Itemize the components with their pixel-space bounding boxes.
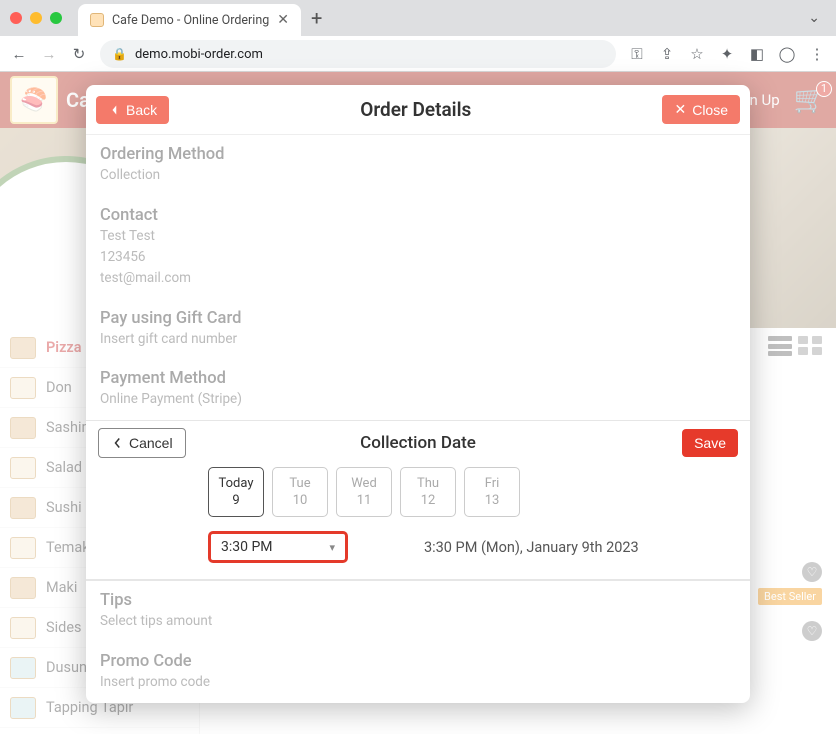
section-label: Contact — [100, 206, 736, 225]
section-placeholder: Select tips amount — [100, 612, 736, 631]
profile-icon[interactable]: ◯ — [778, 45, 796, 63]
lock-icon: 🔒 — [112, 47, 127, 61]
day-option-tue[interactable]: Tue10 — [272, 467, 328, 517]
extensions-icon[interactable]: ✦ — [718, 45, 736, 63]
window-close-icon[interactable] — [10, 12, 22, 24]
collection-date-title: Collection Date — [360, 433, 476, 453]
new-tab-button[interactable]: + — [311, 6, 322, 30]
save-button[interactable]: Save — [682, 429, 738, 457]
chevron-left-icon — [111, 437, 123, 449]
modal-title: Order Details — [169, 98, 662, 121]
section-collection-date: Cancel Collection Date Save Today9 Tue10… — [86, 420, 750, 580]
back-button-label: Back — [126, 102, 157, 118]
section-promo-code[interactable]: Promo Code Insert promo code — [86, 642, 750, 703]
url-text: demo.mobi-order.com — [135, 47, 263, 62]
section-contact[interactable]: Contact Test Test 123456 test@mail.com — [86, 196, 750, 299]
tabs-dropdown-icon[interactable]: ⌄ — [802, 6, 826, 30]
section-tips[interactable]: Tips Select tips amount — [86, 580, 750, 642]
order-details-modal: Back Order Details ✕ Close Ordering Meth… — [86, 85, 750, 703]
section-value: Online Payment (Stripe) — [100, 390, 736, 409]
day-option-wed[interactable]: Wed11 — [336, 467, 392, 517]
close-button[interactable]: ✕ Close — [662, 95, 740, 124]
browser-chrome: Cafe Demo - Online Ordering ✕ + ⌄ ← → ↻ … — [0, 0, 836, 72]
tab-title: Cafe Demo - Online Ordering — [112, 13, 269, 28]
back-button[interactable]: Back — [96, 96, 169, 124]
key-icon[interactable]: ⚿ — [628, 45, 646, 63]
section-ordering-method[interactable]: Ordering Method Collection — [86, 135, 750, 196]
window-maximize-icon[interactable] — [50, 12, 62, 24]
day-option-thu[interactable]: Thu12 — [400, 467, 456, 517]
section-placeholder: Insert promo code — [100, 673, 736, 692]
cancel-button[interactable]: Cancel — [98, 428, 186, 458]
nav-forward-icon[interactable]: → — [40, 45, 58, 63]
address-bar[interactable]: 🔒 demo.mobi-order.com — [100, 40, 616, 68]
nav-back-icon[interactable]: ← — [10, 45, 28, 63]
day-option-today[interactable]: Today9 — [208, 467, 264, 517]
time-select-value: 3:30 PM — [221, 539, 273, 555]
window-minimize-icon[interactable] — [30, 12, 42, 24]
contact-phone: 123456 — [100, 248, 736, 267]
chevron-down-icon: ▾ — [329, 541, 335, 554]
close-button-label: Close — [692, 102, 728, 118]
contact-email: test@mail.com — [100, 269, 736, 288]
section-label: Tips — [100, 591, 736, 610]
section-value: Collection — [100, 166, 736, 185]
close-tab-icon[interactable]: ✕ — [277, 12, 289, 28]
close-icon: ✕ — [674, 101, 686, 118]
reload-icon[interactable]: ↻ — [70, 45, 88, 63]
section-placeholder: Insert gift card number — [100, 330, 736, 349]
section-label: Promo Code — [100, 652, 736, 671]
bookmark-icon[interactable]: ☆ — [688, 45, 706, 63]
contact-name: Test Test — [100, 227, 736, 246]
time-display: 3:30 PM (Mon), January 9th 2023 — [424, 539, 639, 556]
day-option-fri[interactable]: Fri13 — [464, 467, 520, 517]
browser-tab[interactable]: Cafe Demo - Online Ordering ✕ — [78, 4, 301, 36]
day-picker: Today9 Tue10 Wed11 Thu12 Fri13 — [208, 467, 738, 517]
save-button-label: Save — [694, 435, 726, 451]
section-label: Payment Method — [100, 369, 736, 388]
chevron-left-icon — [108, 104, 120, 116]
section-label: Pay using Gift Card — [100, 309, 736, 328]
window-controls — [10, 12, 62, 24]
section-payment-method[interactable]: Payment Method Online Payment (Stripe) — [86, 359, 750, 420]
section-gift-card[interactable]: Pay using Gift Card Insert gift card num… — [86, 299, 750, 360]
cancel-button-label: Cancel — [129, 435, 173, 451]
panel-icon[interactable]: ◧ — [748, 45, 766, 63]
favicon-icon — [90, 13, 104, 27]
section-label: Ordering Method — [100, 145, 736, 164]
share-icon[interactable]: ⇪ — [658, 45, 676, 63]
menu-icon[interactable]: ⋮ — [808, 45, 826, 63]
time-select[interactable]: 3:30 PM ▾ — [208, 531, 348, 563]
